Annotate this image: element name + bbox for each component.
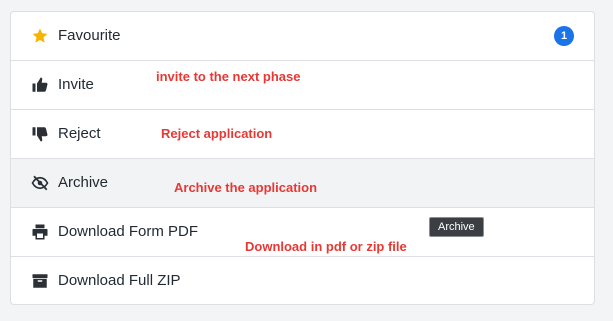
menu-item-download-zip[interactable]: Download Full ZIP (11, 257, 594, 304)
menu-item-label: Archive (58, 174, 109, 191)
thumbs-up-icon (31, 76, 49, 94)
printer-icon (31, 223, 49, 241)
application-actions-panel: Favourite 1 Invite Reject Archive Downlo… (10, 11, 595, 305)
favourite-count-badge: 1 (554, 26, 574, 46)
download-annotation: Download in pdf or zip file (245, 239, 407, 254)
eye-slash-icon (31, 174, 49, 192)
reject-annotation: Reject application (161, 126, 273, 141)
menu-item-label: Favourite (58, 27, 121, 44)
menu-item-label: Invite (58, 76, 94, 93)
menu-item-favourite[interactable]: Favourite 1 (11, 12, 594, 61)
archive-annotation: Archive the application (174, 180, 318, 195)
menu-item-invite[interactable]: Invite (11, 61, 594, 110)
thumbs-down-icon (31, 125, 49, 143)
star-icon (31, 27, 49, 45)
menu-item-label: Download Full ZIP (58, 272, 181, 289)
menu-item-reject[interactable]: Reject (11, 110, 594, 159)
archive-tooltip: Archive (429, 217, 484, 237)
menu-item-label: Reject (58, 125, 101, 142)
menu-item-label: Download Form PDF (58, 223, 199, 240)
archive-box-icon (31, 272, 49, 290)
invite-annotation: invite to the next phase (156, 69, 301, 84)
